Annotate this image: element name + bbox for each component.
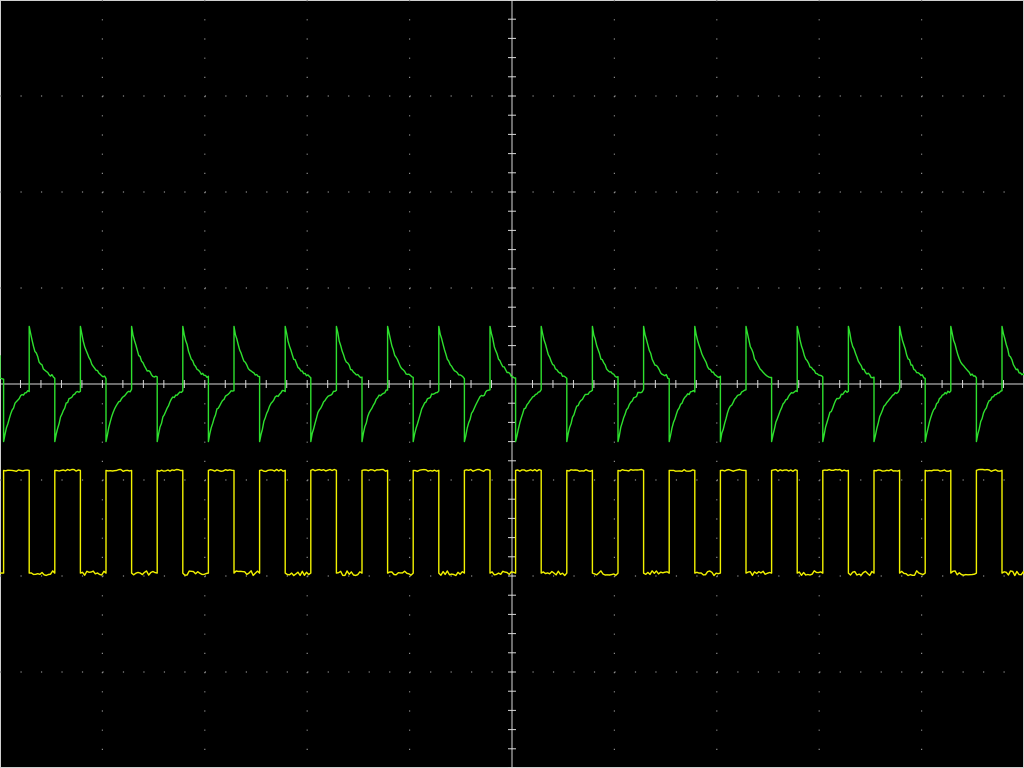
oscilloscope-display xyxy=(0,0,1024,768)
graticule-grid xyxy=(0,0,1024,768)
